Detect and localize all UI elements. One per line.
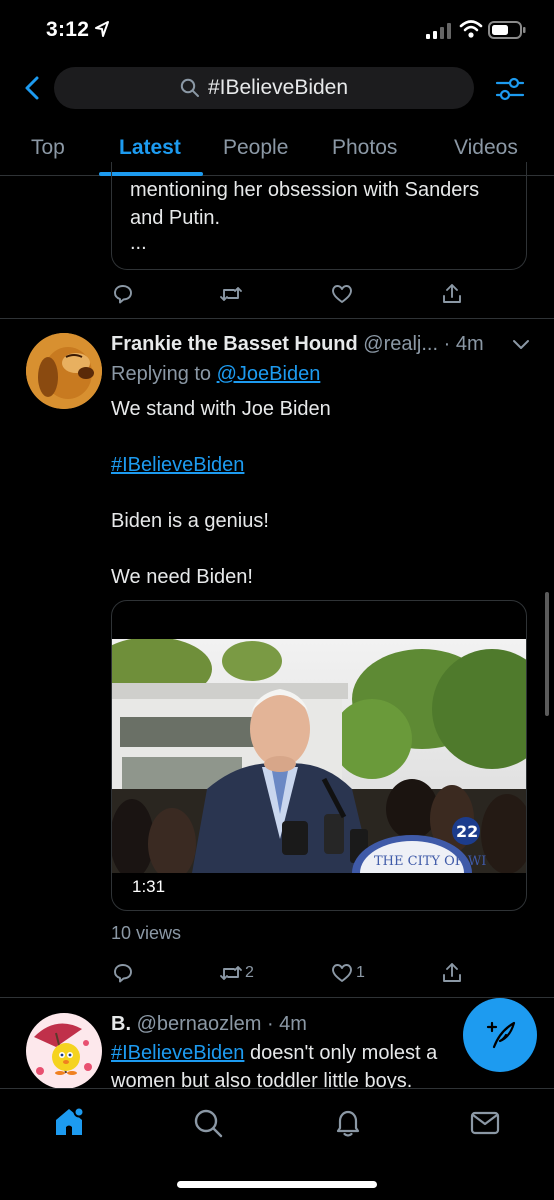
reply-icon	[114, 964, 132, 983]
video-frame-image: THE CITY OF WI 22	[112, 639, 526, 873]
city-seal-text: THE CITY OF WI	[374, 854, 486, 869]
replying-to-label: Replying to	[111, 363, 212, 385]
tweet-time: · 4m	[443, 333, 484, 355]
hashtag-link[interactable]: #IBelieveBiden	[111, 454, 244, 477]
tweet-header: B. @bernaozlem · 4m	[111, 1013, 307, 1036]
tab-latest[interactable]: Latest	[119, 136, 181, 160]
cartoon-bird-avatar-image	[26, 1013, 102, 1089]
like-count: 1	[356, 964, 365, 981]
author-handle[interactable]: @bernaozlem	[137, 1013, 262, 1035]
home-indicator	[177, 1181, 377, 1188]
like-icon	[332, 285, 352, 303]
tweet-divider	[0, 997, 554, 998]
search-icon	[180, 78, 199, 97]
author-handle[interactable]: @realj...	[363, 333, 438, 355]
reply-mention-link[interactable]: @JoeBiden	[217, 363, 321, 385]
tweet-text-line: We need Biden!	[111, 566, 253, 588]
reply-button[interactable]	[111, 958, 135, 988]
tab-people[interactable]: People	[223, 136, 288, 160]
retweet-icon	[220, 966, 242, 980]
compose-icon	[486, 1021, 516, 1049]
like-button[interactable]: 1	[330, 958, 365, 988]
share-button[interactable]	[440, 958, 464, 988]
cellular-signal-icon	[426, 23, 451, 39]
avatar[interactable]	[26, 333, 102, 409]
retweet-icon	[220, 287, 242, 301]
tweet-divider	[0, 318, 554, 319]
share-icon	[443, 963, 461, 982]
channel-logo-text: 22	[456, 822, 478, 841]
tweet-text-line: Biden is a genius!	[111, 510, 269, 532]
tweet-actions: 2 1	[0, 958, 554, 988]
tab-videos[interactable]: Videos	[454, 136, 518, 160]
tweet-time: · 4m	[266, 1013, 307, 1035]
explore-icon[interactable]	[192, 1107, 224, 1139]
compose-tweet-button[interactable]	[463, 998, 537, 1072]
tweet-text: doesn't only molest a	[244, 1042, 438, 1064]
tweet-text-line: We stand with Joe Biden	[111, 398, 331, 420]
wifi-icon	[459, 20, 483, 38]
retweet-button[interactable]: 2	[219, 958, 254, 988]
status-bar: 3:12	[0, 0, 554, 60]
chevron-down-icon[interactable]	[512, 338, 530, 352]
status-time: 3:12	[46, 18, 90, 41]
tweet-header: Frankie the Basset Hound @realj... · 4m	[111, 333, 484, 356]
scrollbar[interactable]	[545, 592, 549, 716]
search-header: #IBelieveBiden	[0, 62, 554, 116]
share-button[interactable]	[440, 279, 464, 309]
like-icon	[332, 964, 352, 982]
reply-icon	[114, 285, 132, 304]
like-button[interactable]	[330, 279, 354, 309]
tab-photos[interactable]: Photos	[332, 136, 397, 160]
search-input[interactable]: #IBelieveBiden	[54, 67, 474, 109]
tweet-actions	[0, 279, 554, 309]
replying-to: Replying to @JoeBiden	[111, 363, 320, 386]
view-count: 10 views	[111, 923, 182, 943]
search-query: #IBelieveBiden	[207, 76, 349, 99]
reply-button[interactable]	[111, 279, 135, 309]
notifications-icon[interactable]	[332, 1107, 364, 1139]
retweet-button[interactable]	[219, 279, 243, 309]
quoted-tweet-text: mentioning her obsession with Sanders an…	[130, 179, 480, 229]
retweet-count: 2	[245, 964, 254, 981]
hashtag-link[interactable]: #IBelieveBiden	[111, 1042, 244, 1064]
author-name[interactable]: Frankie the Basset Hound	[111, 333, 358, 355]
video-player[interactable]: THE CITY OF WI 22 1:31	[111, 600, 527, 911]
messages-icon[interactable]	[469, 1107, 501, 1139]
back-icon[interactable]	[18, 74, 46, 102]
filter-icon[interactable]	[494, 74, 526, 104]
tweet-text-line: #IBelieveBiden doesn't only molest a	[111, 1042, 437, 1065]
location-arrow-icon	[95, 21, 109, 37]
home-icon[interactable]	[52, 1105, 86, 1139]
tab-top[interactable]: Top	[31, 136, 65, 160]
video-thumbnail: THE CITY OF WI 22	[112, 639, 526, 873]
author-name[interactable]: B.	[111, 1013, 131, 1035]
avatar[interactable]	[26, 1013, 102, 1089]
quoted-tweet-ellipsis: ...	[130, 232, 147, 254]
share-icon	[443, 284, 461, 303]
dog-avatar-image	[26, 333, 102, 409]
video-duration: 1:31	[132, 877, 166, 896]
battery-icon	[488, 21, 526, 39]
